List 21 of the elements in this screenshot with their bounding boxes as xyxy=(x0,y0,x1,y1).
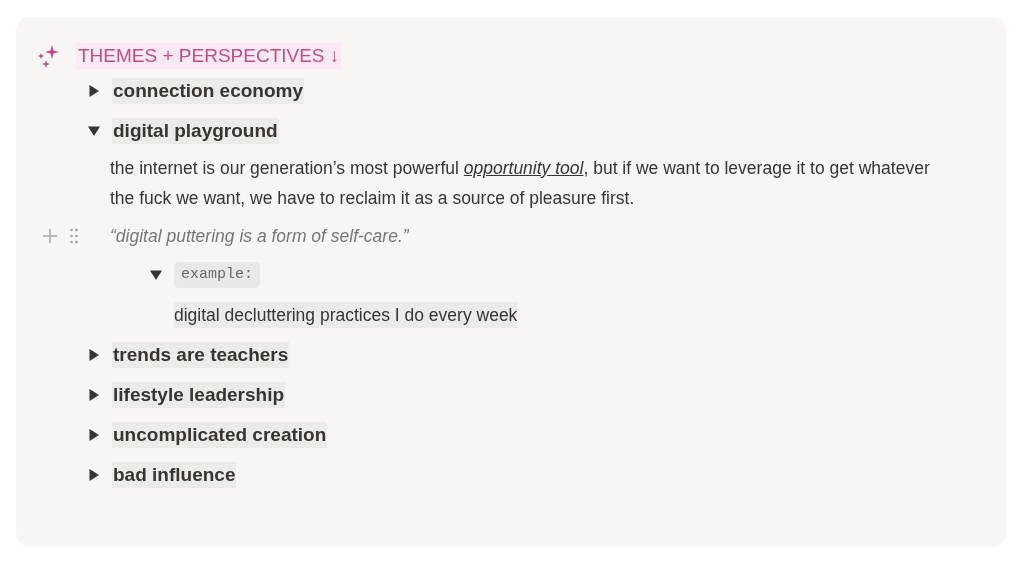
expand-triangle-icon[interactable] xyxy=(88,469,100,481)
expand-triangle-icon[interactable] xyxy=(88,85,100,97)
expand-triangle-icon[interactable] xyxy=(88,389,100,401)
drag-handle-icon[interactable] xyxy=(70,228,78,244)
expand-triangle-icon[interactable] xyxy=(88,349,100,361)
toggle-title[interactable]: uncomplicated creation xyxy=(112,422,328,448)
code-toggle-title[interactable]: example: xyxy=(174,261,260,289)
toggle-title[interactable]: bad influence xyxy=(112,462,237,488)
toggle-title[interactable]: trends are teachers xyxy=(112,342,290,368)
toggle-title[interactable]: digital playground xyxy=(112,118,279,144)
collapse-triangle-icon[interactable] xyxy=(150,269,162,281)
inline-link[interactable]: opportunity tool xyxy=(463,158,584,178)
quote-text: “digital puttering is a form of self-care.” xyxy=(110,224,409,248)
section-heading: THEMES + PERSPECTIVES ↓ xyxy=(76,43,342,69)
toggle-title[interactable]: lifestyle leadership xyxy=(112,382,286,408)
toggle-title[interactable]: connection economy xyxy=(112,78,305,104)
expand-triangle-icon[interactable] xyxy=(88,429,100,441)
collapse-triangle-icon[interactable] xyxy=(88,125,100,137)
sparkle-icon xyxy=(36,44,60,68)
nested-text: digital decluttering practices I do every week xyxy=(174,302,518,328)
paragraph: the internet is our generation’s most powerful opportunity tool, but if we want to leverage it to get whatever the fuck we want, we have to reclaim it as a source of pleasure first. xyxy=(110,157,931,210)
